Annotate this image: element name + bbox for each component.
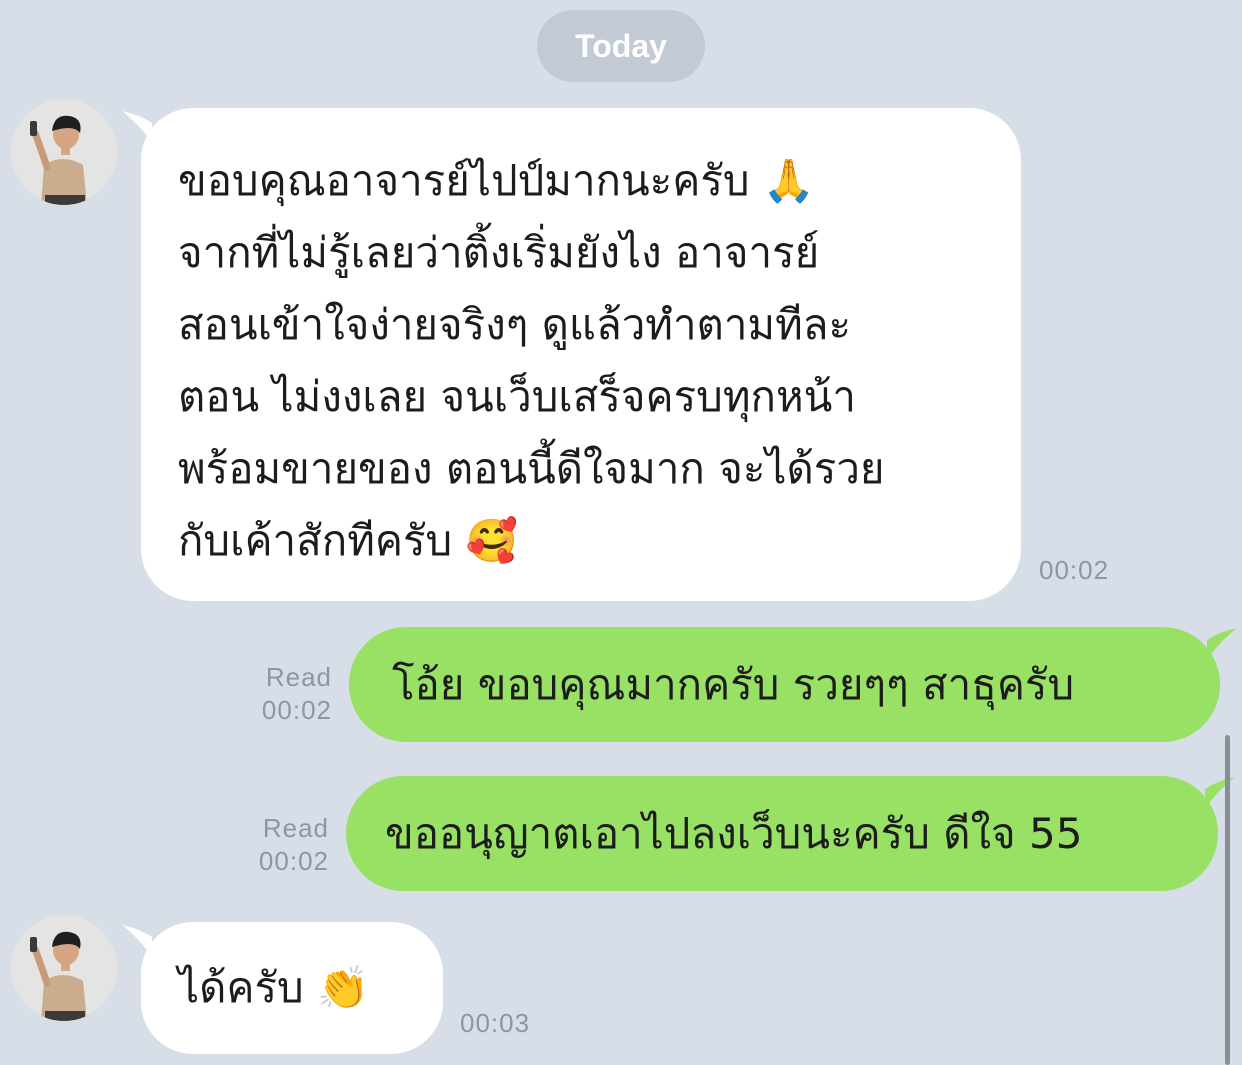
message-text: โอ้ย ขอบคุณมากครับ รวยๆๆ สาธุครับ	[392, 659, 1075, 709]
sender-avatar[interactable]	[11, 915, 117, 1021]
read-receipt: Read 00:02	[237, 812, 329, 878]
incoming-message-bubble[interactable]: ขอบคุณอาจารย์ไปป์มากนะครับ 🙏 จากที่ไม่รู…	[141, 108, 1021, 601]
read-label: Read	[265, 662, 332, 692]
read-label: Read	[262, 813, 329, 843]
message-time: 00:03	[460, 1008, 531, 1038]
outgoing-message-bubble[interactable]: ขออนุญาตเอาไปลงเว็บนะครับ ดีใจ 55	[346, 776, 1218, 891]
user-photo-avatar-icon	[11, 915, 117, 1021]
bubble-tail	[1207, 628, 1237, 660]
user-photo-avatar-icon	[11, 99, 117, 205]
read-receipt: Read 00:02	[240, 661, 332, 727]
incoming-message-bubble[interactable]: ได้ครับ 👏	[141, 922, 443, 1054]
bubble-tail	[1205, 777, 1235, 809]
message-time: 00:02	[258, 846, 329, 876]
scrollbar[interactable]	[1225, 735, 1230, 1065]
message-time: 00:02	[261, 695, 332, 725]
message-text: ได้ครับ 👏	[178, 963, 370, 1012]
sender-avatar[interactable]	[11, 99, 117, 205]
message-text: ขอบคุณอาจารย์ไปป์มากนะครับ 🙏 จากที่ไม่รู…	[178, 156, 885, 565]
outgoing-message-bubble[interactable]: โอ้ย ขอบคุณมากครับ รวยๆๆ สาธุครับ	[349, 627, 1220, 742]
message-time: 00:02	[1039, 555, 1110, 585]
date-separator: Today	[537, 10, 705, 82]
message-text: ขออนุญาตเอาไปลงเว็บนะครับ ดีใจ 55	[385, 808, 1083, 858]
